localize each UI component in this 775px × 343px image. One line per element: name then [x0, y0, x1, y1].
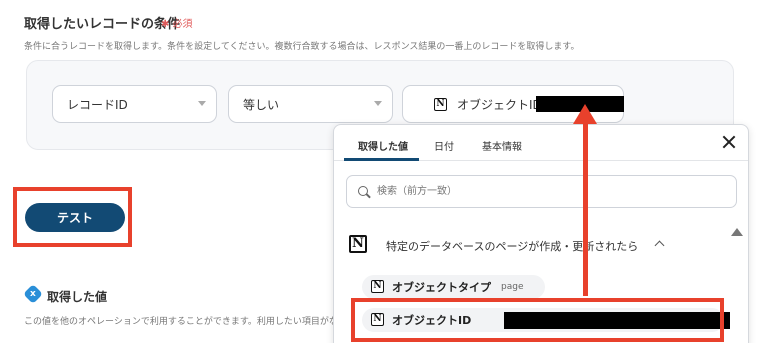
- acquired-values-title: 取得した値: [47, 290, 108, 304]
- field-select[interactable]: レコードID: [52, 85, 217, 123]
- value-input-label: オブジェクトID: [457, 97, 542, 112]
- annotation-arrow: [583, 120, 588, 296]
- tab-acquired-values[interactable]: 取得した値: [358, 138, 408, 153]
- notion-icon: N: [371, 280, 384, 293]
- acquired-values-icon: x: [23, 284, 43, 304]
- operator-select-value: 等しい: [243, 97, 280, 112]
- tab-date[interactable]: 日付: [434, 138, 454, 153]
- search-input[interactable]: [346, 175, 737, 208]
- object-id-highlight: [351, 298, 724, 342]
- tab-basic-info[interactable]: 基本情報: [482, 138, 522, 153]
- required-badge: ✱ 必須: [161, 19, 193, 30]
- close-icon[interactable]: [721, 134, 737, 150]
- search-icon: [358, 186, 370, 198]
- trigger-group-label[interactable]: 特定のデータベースのページが作成・更新されたら: [386, 238, 638, 254]
- required-label: 必須: [172, 19, 193, 30]
- list-item-sublabel: page: [501, 282, 524, 292]
- chevron-up-icon[interactable]: [654, 240, 665, 251]
- field-select-value: レコードID: [67, 97, 128, 112]
- chevron-down-icon: [198, 101, 206, 106]
- list-item-object-type[interactable]: N オブジェクトタイプ page: [362, 275, 545, 299]
- test-button[interactable]: テスト: [25, 203, 125, 232]
- acquired-values-description: この値を他のオペレーションで利用することができます。利用したい項目がな: [24, 317, 336, 327]
- notion-icon: N: [349, 235, 367, 253]
- section-description: 条件に合うレコードを取得します。条件を設定してください。複数行合致する場合は、レ…: [24, 42, 580, 52]
- operator-select[interactable]: 等しい: [228, 85, 393, 123]
- list-item-label: オブジェクトタイプ: [392, 281, 491, 294]
- arrow-up-icon: [573, 104, 597, 124]
- notion-icon: N: [434, 98, 447, 111]
- chevron-down-icon: [374, 101, 382, 106]
- panel-tabs: 取得した値 日付 基本情報: [334, 125, 748, 161]
- active-tab-indicator: [344, 158, 419, 161]
- scroll-up-icon[interactable]: [731, 228, 743, 236]
- section-title: 取得したいレコードの条件: [24, 17, 181, 32]
